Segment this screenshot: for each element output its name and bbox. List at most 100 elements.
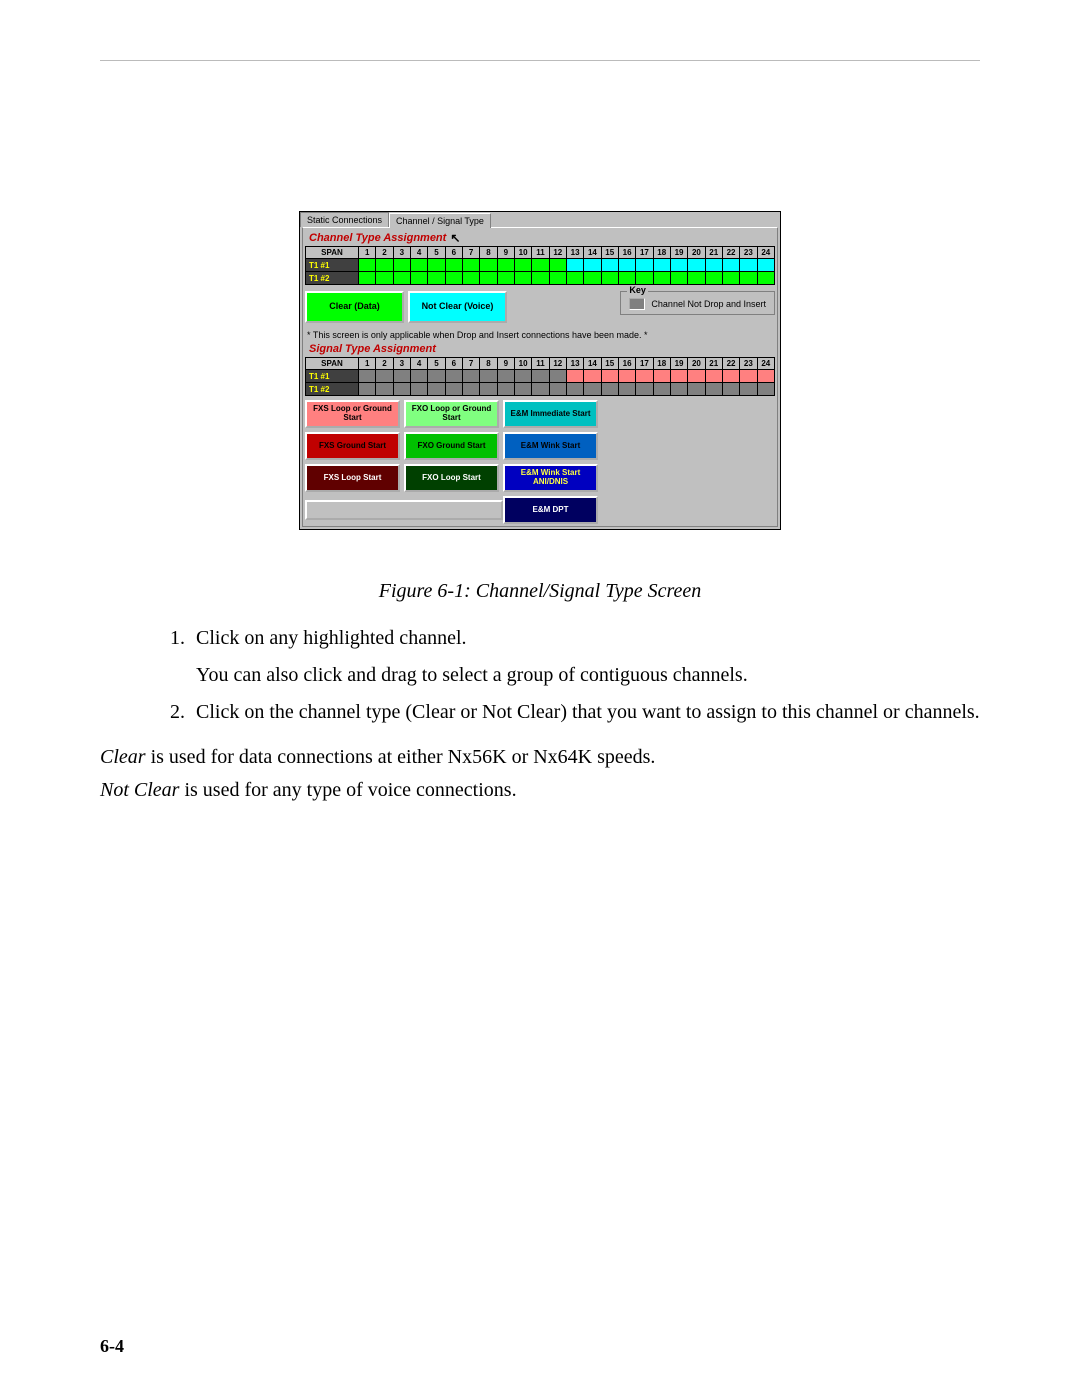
cell[interactable]	[428, 272, 445, 285]
cell[interactable]	[445, 370, 462, 383]
cell[interactable]	[566, 383, 583, 396]
cell[interactable]	[393, 370, 410, 383]
cell[interactable]	[584, 383, 601, 396]
cell[interactable]	[618, 383, 635, 396]
cell[interactable]	[359, 272, 376, 285]
cell[interactable]	[393, 259, 410, 272]
cell[interactable]	[601, 259, 618, 272]
cell[interactable]	[376, 370, 393, 383]
cell[interactable]	[480, 370, 497, 383]
cell[interactable]	[636, 370, 653, 383]
cell[interactable]	[618, 259, 635, 272]
cell[interactable]	[566, 370, 583, 383]
cell[interactable]	[497, 383, 514, 396]
cell[interactable]	[670, 370, 687, 383]
cell[interactable]	[566, 259, 583, 272]
cell[interactable]	[410, 383, 427, 396]
cell[interactable]	[428, 383, 445, 396]
cell[interactable]	[670, 259, 687, 272]
cell[interactable]	[584, 370, 601, 383]
em-immediate-start-button[interactable]: E&M Immediate Start	[503, 400, 598, 428]
cell[interactable]	[705, 272, 722, 285]
cell[interactable]	[359, 259, 376, 272]
not-clear-voice-button[interactable]: Not Clear (Voice)	[408, 291, 507, 323]
cell[interactable]	[549, 259, 566, 272]
em-dpt-button[interactable]: E&M DPT	[503, 496, 598, 524]
fxo-loop-start-button[interactable]: FXO Loop Start	[404, 464, 499, 492]
cell[interactable]	[393, 272, 410, 285]
cell[interactable]	[757, 272, 774, 285]
fxo-ground-start-button[interactable]: FXO Ground Start	[404, 432, 499, 460]
cell[interactable]	[497, 259, 514, 272]
cell[interactable]	[532, 370, 549, 383]
cell[interactable]	[757, 383, 774, 396]
cell[interactable]	[445, 383, 462, 396]
cell[interactable]	[601, 272, 618, 285]
tab-static-connections[interactable]: Static Connections	[300, 212, 389, 227]
cell[interactable]	[584, 259, 601, 272]
cell[interactable]	[653, 370, 670, 383]
cell[interactable]	[618, 272, 635, 285]
cell[interactable]	[584, 272, 601, 285]
em-wink-start-button[interactable]: E&M Wink Start	[503, 432, 598, 460]
cell[interactable]	[428, 259, 445, 272]
cell[interactable]	[428, 370, 445, 383]
cell[interactable]	[670, 272, 687, 285]
cell[interactable]	[497, 370, 514, 383]
cell[interactable]	[688, 383, 705, 396]
cell[interactable]	[705, 259, 722, 272]
cell[interactable]	[653, 272, 670, 285]
cell[interactable]	[549, 272, 566, 285]
cell[interactable]	[618, 370, 635, 383]
cell[interactable]	[532, 272, 549, 285]
cell[interactable]	[410, 272, 427, 285]
cell[interactable]	[653, 383, 670, 396]
cell[interactable]	[601, 370, 618, 383]
cell[interactable]	[636, 259, 653, 272]
cell[interactable]	[532, 383, 549, 396]
cell[interactable]	[549, 383, 566, 396]
cell[interactable]	[445, 272, 462, 285]
cell[interactable]	[376, 259, 393, 272]
cell[interactable]	[757, 370, 774, 383]
cell[interactable]	[359, 383, 376, 396]
cell[interactable]	[740, 383, 757, 396]
cell[interactable]	[653, 259, 670, 272]
cell[interactable]	[376, 272, 393, 285]
cell[interactable]	[740, 259, 757, 272]
cell[interactable]	[480, 259, 497, 272]
cell[interactable]	[514, 272, 531, 285]
fxs-loop-start-button[interactable]: FXS Loop Start	[305, 464, 400, 492]
cell[interactable]	[514, 370, 531, 383]
cell[interactable]	[480, 272, 497, 285]
cell[interactable]	[462, 259, 479, 272]
cell[interactable]	[376, 383, 393, 396]
em-wink-start-anidnis-button[interactable]: E&M Wink Start ANI/DNIS	[503, 464, 598, 492]
cell[interactable]	[462, 272, 479, 285]
fxo-loop-ground-start-button[interactable]: FXO Loop or Ground Start	[404, 400, 499, 428]
cell[interactable]	[722, 370, 739, 383]
cell[interactable]	[688, 259, 705, 272]
cell[interactable]	[722, 272, 739, 285]
cell[interactable]	[601, 383, 618, 396]
cell[interactable]	[497, 272, 514, 285]
tab-channel-signal-type[interactable]: Channel / Signal Type	[389, 213, 491, 228]
cell[interactable]	[722, 259, 739, 272]
fxs-loop-ground-start-button[interactable]: FXS Loop or Ground Start	[305, 400, 400, 428]
cell[interactable]	[636, 383, 653, 396]
cell[interactable]	[688, 272, 705, 285]
cell[interactable]	[359, 370, 376, 383]
cell[interactable]	[480, 383, 497, 396]
cell[interactable]	[532, 259, 549, 272]
cell[interactable]	[462, 370, 479, 383]
cell[interactable]	[688, 370, 705, 383]
cell[interactable]	[514, 383, 531, 396]
cell[interactable]	[462, 383, 479, 396]
cell[interactable]	[566, 272, 583, 285]
cell[interactable]	[740, 272, 757, 285]
cell[interactable]	[670, 383, 687, 396]
fxs-ground-start-button[interactable]: FXS Ground Start	[305, 432, 400, 460]
cell[interactable]	[705, 383, 722, 396]
cell[interactable]	[722, 383, 739, 396]
cell[interactable]	[740, 370, 757, 383]
